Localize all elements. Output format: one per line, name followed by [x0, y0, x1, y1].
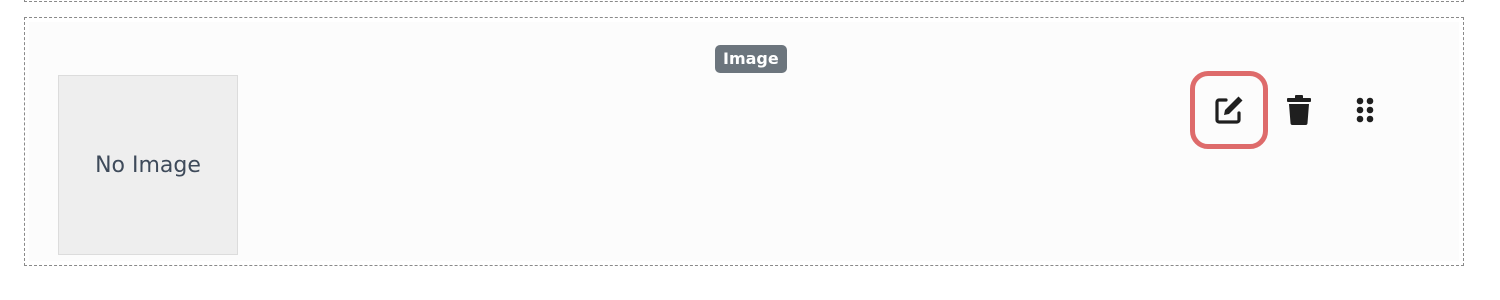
previous-content-block — [24, 0, 1464, 2]
image-placeholder: No Image — [58, 75, 238, 255]
edit-button[interactable] — [1190, 71, 1268, 149]
drag-handle-button[interactable] — [1330, 75, 1400, 145]
drag-handle-icon — [1356, 97, 1374, 123]
block-actions — [1190, 71, 1400, 149]
block-body: Image No Image — [29, 22, 1459, 261]
delete-button[interactable] — [1264, 75, 1334, 145]
placeholder-text: No Image — [95, 152, 201, 178]
trash-icon — [1287, 95, 1311, 125]
edit-icon — [1215, 96, 1243, 124]
block-type-badge: Image — [715, 45, 787, 73]
image-content-block[interactable]: Image No Image — [24, 17, 1464, 266]
